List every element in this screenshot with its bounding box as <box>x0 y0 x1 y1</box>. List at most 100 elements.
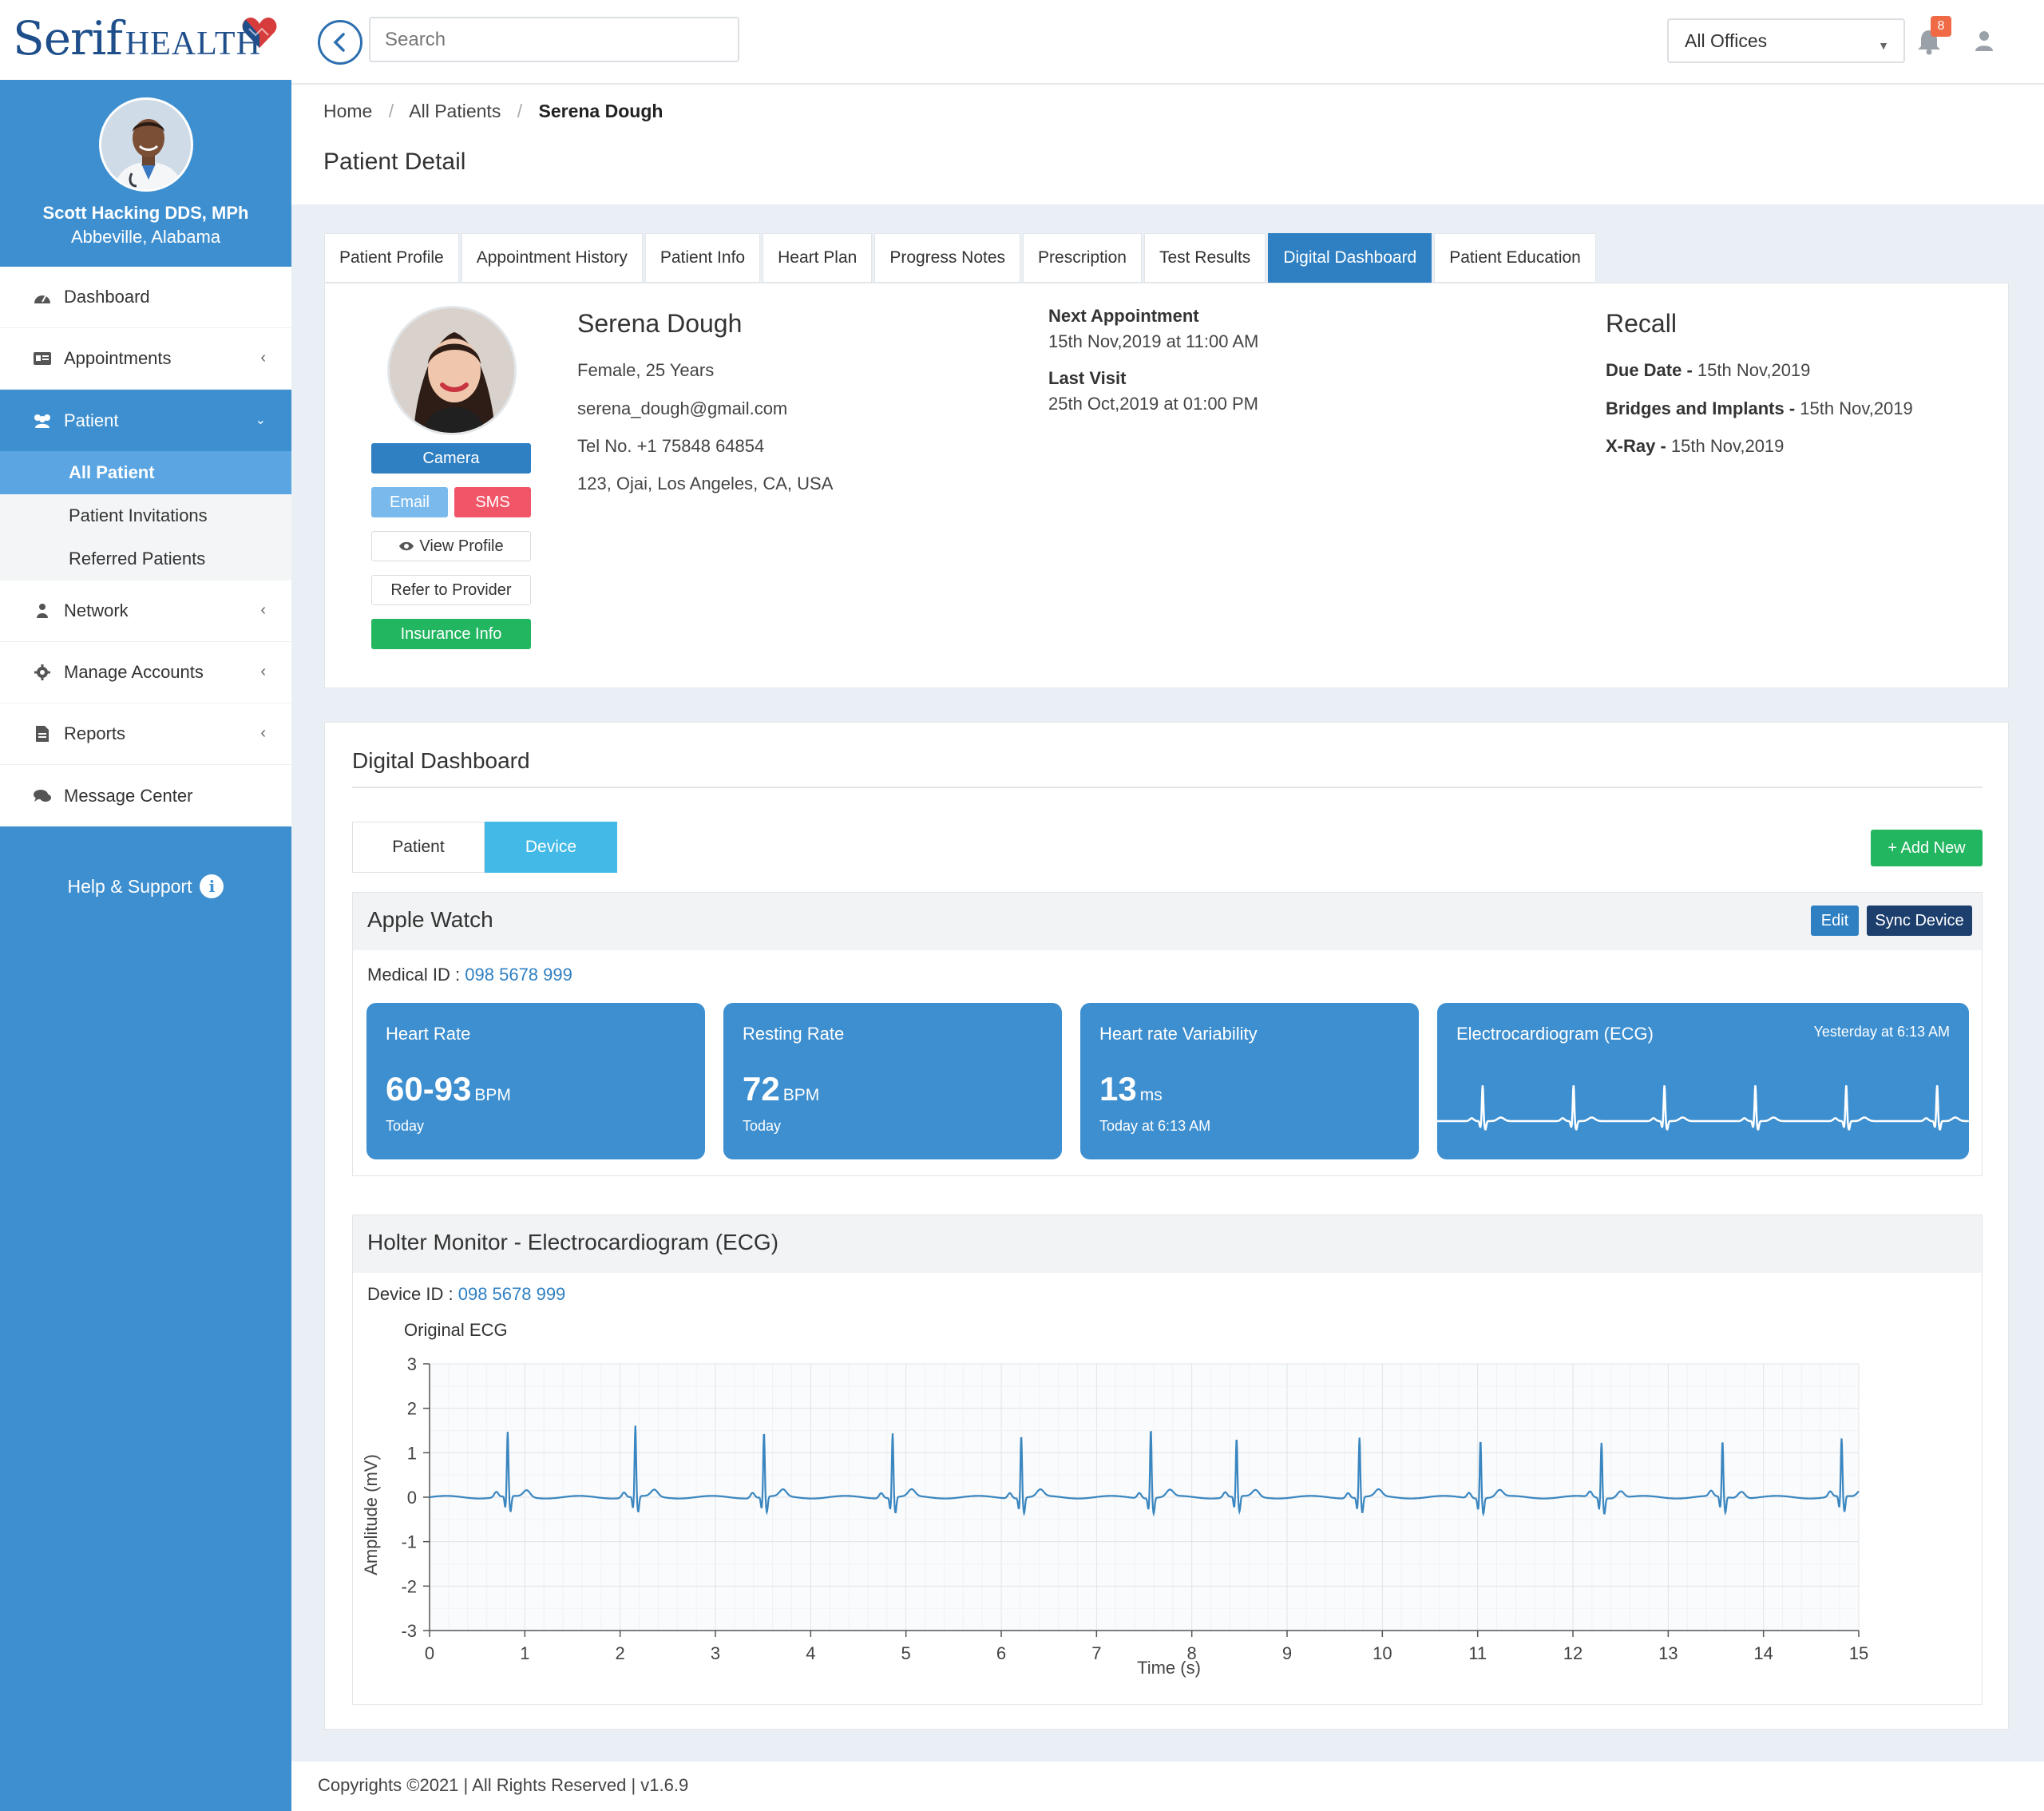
y-tick-label: 3 <box>407 1354 417 1374</box>
apple-watch-title: Apple Watch <box>367 907 493 932</box>
sidebar-item-message-center[interactable]: Message Center <box>0 765 291 826</box>
email-button[interactable]: Email <box>371 487 448 517</box>
gear-icon <box>32 664 53 681</box>
page-header: Home / All Patients / Serena Dough Patie… <box>291 85 2044 204</box>
back-button[interactable] <box>318 20 362 65</box>
sms-button[interactable]: SMS <box>454 487 531 517</box>
edit-button[interactable]: Edit <box>1811 906 1859 936</box>
recall-label: Bridges and Implants <box>1606 398 1785 418</box>
patient-name: Serena Dough <box>577 309 743 338</box>
footer: Copyrights ©2021 | All Rights Reserved |… <box>291 1761 2044 1811</box>
x-tick-label: 4 <box>806 1643 815 1663</box>
user-icon[interactable] <box>1972 29 1996 53</box>
segment-device[interactable]: Device <box>485 822 617 873</box>
insurance-info-button[interactable]: Insurance Info <box>371 619 531 649</box>
breadcrumb-current: Serena Dough <box>538 101 664 121</box>
doctor-name: Scott Hacking DDS, MPh <box>42 203 249 223</box>
search-input[interactable]: Search <box>369 17 739 62</box>
submenu-item-referred-patients[interactable]: Referred Patients <box>0 537 291 581</box>
sidebar-item-label: Manage Accounts <box>64 662 204 682</box>
sidebar-menu: Dashboard Appointments ‹ Patient ⌄ All P… <box>0 267 291 826</box>
heart-rate-card[interactable]: Heart Rate 60-93 BPM Today <box>366 1003 705 1159</box>
resting-rate-card[interactable]: Resting Rate 72 BPM Today <box>723 1003 1062 1159</box>
last-visit-label: Last Visit <box>1048 368 1127 388</box>
add-new-button[interactable]: + Add New <box>1871 830 1983 866</box>
tab-digital-dashboard[interactable]: Digital Dashboard <box>1268 233 1432 283</box>
chevron-left-icon: ‹ <box>260 663 266 680</box>
tab-test-results[interactable]: Test Results <box>1143 233 1266 283</box>
doctor-avatar[interactable] <box>98 97 193 192</box>
holter-header: Holter Monitor - Electrocardiogram (ECG) <box>353 1215 1982 1273</box>
users-icon <box>32 412 53 430</box>
segment-patient[interactable]: Patient <box>352 822 485 873</box>
sidebar-item-appointments[interactable]: Appointments ‹ <box>0 328 291 390</box>
brand-logo[interactable]: Serif HEALTH <box>13 11 261 67</box>
metric-subtext: Today <box>743 1118 782 1134</box>
view-profile-button[interactable]: View Profile <box>371 531 531 561</box>
tab-prescription[interactable]: Prescription <box>1023 233 1142 283</box>
metric-number: 72 <box>743 1070 780 1108</box>
help-support-link[interactable]: Help & Support i <box>0 874 291 898</box>
info-icon: i <box>200 874 224 898</box>
y-tick-label: -2 <box>401 1576 417 1596</box>
tab-patient-education[interactable]: Patient Education <box>1434 233 1596 283</box>
holter-monitor-card: Holter Monitor - Electrocardiogram (ECG)… <box>352 1215 1983 1705</box>
x-tick-label: 6 <box>996 1643 1006 1663</box>
digital-dashboard-panel: Digital Dashboard Patient Device + Add N… <box>324 722 2009 1730</box>
sidebar-item-dashboard[interactable]: Dashboard <box>0 267 291 328</box>
sidebar-item-reports[interactable]: Reports ‹ <box>0 703 291 765</box>
refer-to-provider-button[interactable]: Refer to Provider <box>371 575 531 605</box>
search-placeholder: Search <box>385 28 446 50</box>
sidebar-item-label: Network <box>64 600 129 620</box>
tab-appointment-history[interactable]: Appointment History <box>461 233 643 283</box>
sidebar-item-network[interactable]: Network ‹ <box>0 581 291 642</box>
camera-button[interactable]: Camera <box>371 443 531 474</box>
device-id: Device ID : 098 5678 999 <box>367 1284 565 1305</box>
patient-summary-card: Camera Email SMS View Profile Refer to P… <box>324 283 2009 688</box>
sidebar-item-patient[interactable]: Patient ⌄ <box>0 390 291 451</box>
chevron-left-icon: ‹ <box>260 349 266 367</box>
x-tick-label: 14 <box>1753 1643 1773 1663</box>
submenu-item-patient-invitations[interactable]: Patient Invitations <box>0 494 291 537</box>
medical-id-value[interactable]: 098 5678 999 <box>465 965 572 985</box>
chart-grid <box>429 1363 1860 1631</box>
chevron-left-icon: ‹ <box>260 724 266 742</box>
x-tick-label: 3 <box>711 1643 720 1663</box>
metric-value: 60-93 BPM <box>386 1070 511 1108</box>
dashboard-icon <box>32 288 53 306</box>
recall-title: Recall <box>1606 309 1677 338</box>
breadcrumb-separator: / <box>388 101 394 121</box>
holter-title: Holter Monitor - Electrocardiogram (ECG) <box>367 1230 779 1254</box>
doctor-location: Abbeville, Alabama <box>70 227 221 247</box>
patient-email[interactable]: serena_dough@gmail.com <box>577 398 787 419</box>
tab-patient-info[interactable]: Patient Info <box>644 233 761 283</box>
recall-item: Bridges and Implants - 15th Nov,2019 <box>1606 398 1913 418</box>
sidebar-item-manage-accounts[interactable]: Manage Accounts ‹ <box>0 642 291 703</box>
hrv-card[interactable]: Heart rate Variability 13 ms Today at 6:1… <box>1080 1003 1419 1159</box>
tab-patient-profile[interactable]: Patient Profile <box>324 233 459 283</box>
metric-subtext: Today <box>386 1118 425 1134</box>
tab-heart-plan[interactable]: Heart Plan <box>763 233 873 283</box>
chevron-left-icon: ‹ <box>260 601 266 619</box>
y-tick-label: 0 <box>407 1488 417 1508</box>
tab-progress-notes[interactable]: Progress Notes <box>874 233 1021 283</box>
breadcrumb-all-patients[interactable]: All Patients <box>409 101 501 121</box>
metric-title: Electrocardiogram (ECG) <box>1456 1024 1654 1044</box>
device-id-value[interactable]: 098 5678 999 <box>458 1284 566 1304</box>
sync-device-button[interactable]: Sync Device <box>1867 906 1972 936</box>
sidebar-item-label: Patient <box>64 410 119 430</box>
sidebar-item-label: Message Center <box>64 785 193 806</box>
breadcrumb-home[interactable]: Home <box>323 101 372 121</box>
breadcrumb-separator: / <box>517 101 523 121</box>
digital-dashboard-title: Digital Dashboard <box>352 748 530 773</box>
metric-unit: BPM <box>474 1086 511 1104</box>
metric-number: 13 <box>1099 1070 1137 1108</box>
x-tick-label: 1 <box>520 1643 529 1663</box>
chevron-down-icon: ⌄ <box>255 414 266 427</box>
next-appointment-value: 15th Nov,2019 at 11:00 AM <box>1048 331 1259 351</box>
ecg-card[interactable]: Electrocardiogram (ECG) Yesterday at 6:1… <box>1437 1003 1969 1159</box>
apple-watch-header: Apple Watch Edit Sync Device <box>353 893 1982 950</box>
patient-photo[interactable] <box>387 306 517 435</box>
office-select[interactable]: All Offices ▼ <box>1667 18 1905 63</box>
submenu-item-all-patient[interactable]: All Patient <box>0 451 291 494</box>
